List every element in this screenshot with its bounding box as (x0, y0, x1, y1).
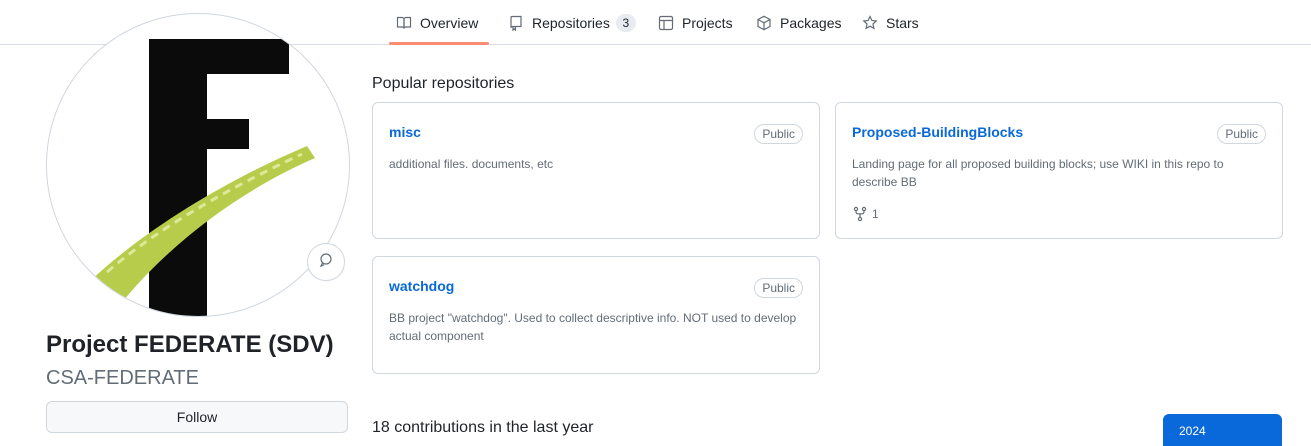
tab-overview-label: Overview (420, 14, 479, 31)
tab-projects-label: Projects (682, 14, 733, 31)
smiley-icon (318, 252, 334, 273)
repo-card-misc: misc Public additional files. documents,… (372, 102, 820, 239)
avatar[interactable] (46, 13, 350, 317)
repo-description: additional files. documents, etc (389, 157, 554, 171)
repo-link-proposed-buildingblocks[interactable]: Proposed-BuildingBlocks (852, 124, 1023, 140)
visibility-badge: Public (1217, 124, 1266, 144)
repositories-count-badge: 3 (615, 13, 636, 32)
set-status-button[interactable] (307, 243, 345, 281)
selected-tab-indicator (389, 42, 489, 45)
package-icon (756, 15, 772, 31)
tab-projects[interactable]: Projects (658, 0, 733, 45)
repo-description: BB project "watchdog". Used to collect d… (389, 311, 797, 343)
tab-packages[interactable]: Packages (756, 0, 841, 45)
repo-card-watchdog: watchdog Public BB project "watchdog". U… (372, 256, 820, 374)
table-icon (658, 15, 674, 31)
repo-card-proposed-buildingblocks: Proposed-BuildingBlocks Public Landing p… (835, 102, 1283, 239)
contributions-title: 18 contributions in the last year (372, 419, 594, 436)
repo-description: Landing page for all proposed building b… (852, 157, 1224, 189)
repo-link-misc[interactable]: misc (389, 124, 421, 140)
repo-link-watchdog[interactable]: watchdog (389, 278, 454, 294)
follow-button[interactable]: Follow (46, 401, 348, 433)
tab-packages-label: Packages (780, 14, 842, 31)
star-icon (862, 14, 878, 31)
profile-login: CSA-FEDERATE (46, 367, 199, 389)
tab-repositories[interactable]: Repositories 3 (508, 0, 636, 45)
tab-repositories-label: Repositories (532, 14, 610, 31)
popular-repositories-title: Popular repositories (372, 75, 515, 92)
year-2024-button[interactable]: 2024 (1163, 414, 1282, 446)
visibility-badge: Public (754, 278, 803, 298)
profile-name: Project FEDERATE (SDV) (46, 331, 334, 358)
book-icon (396, 15, 412, 31)
visibility-badge: Public (754, 124, 803, 144)
tab-stars-label: Stars (886, 14, 919, 31)
federate-logo (89, 39, 315, 316)
fork-icon (853, 206, 867, 222)
repo-icon (508, 15, 524, 31)
tab-overview[interactable]: Overview (396, 0, 478, 45)
tab-stars[interactable]: Stars (862, 0, 919, 45)
fork-count: 1 (872, 207, 879, 221)
fork-count-link[interactable]: 1 (852, 206, 879, 222)
